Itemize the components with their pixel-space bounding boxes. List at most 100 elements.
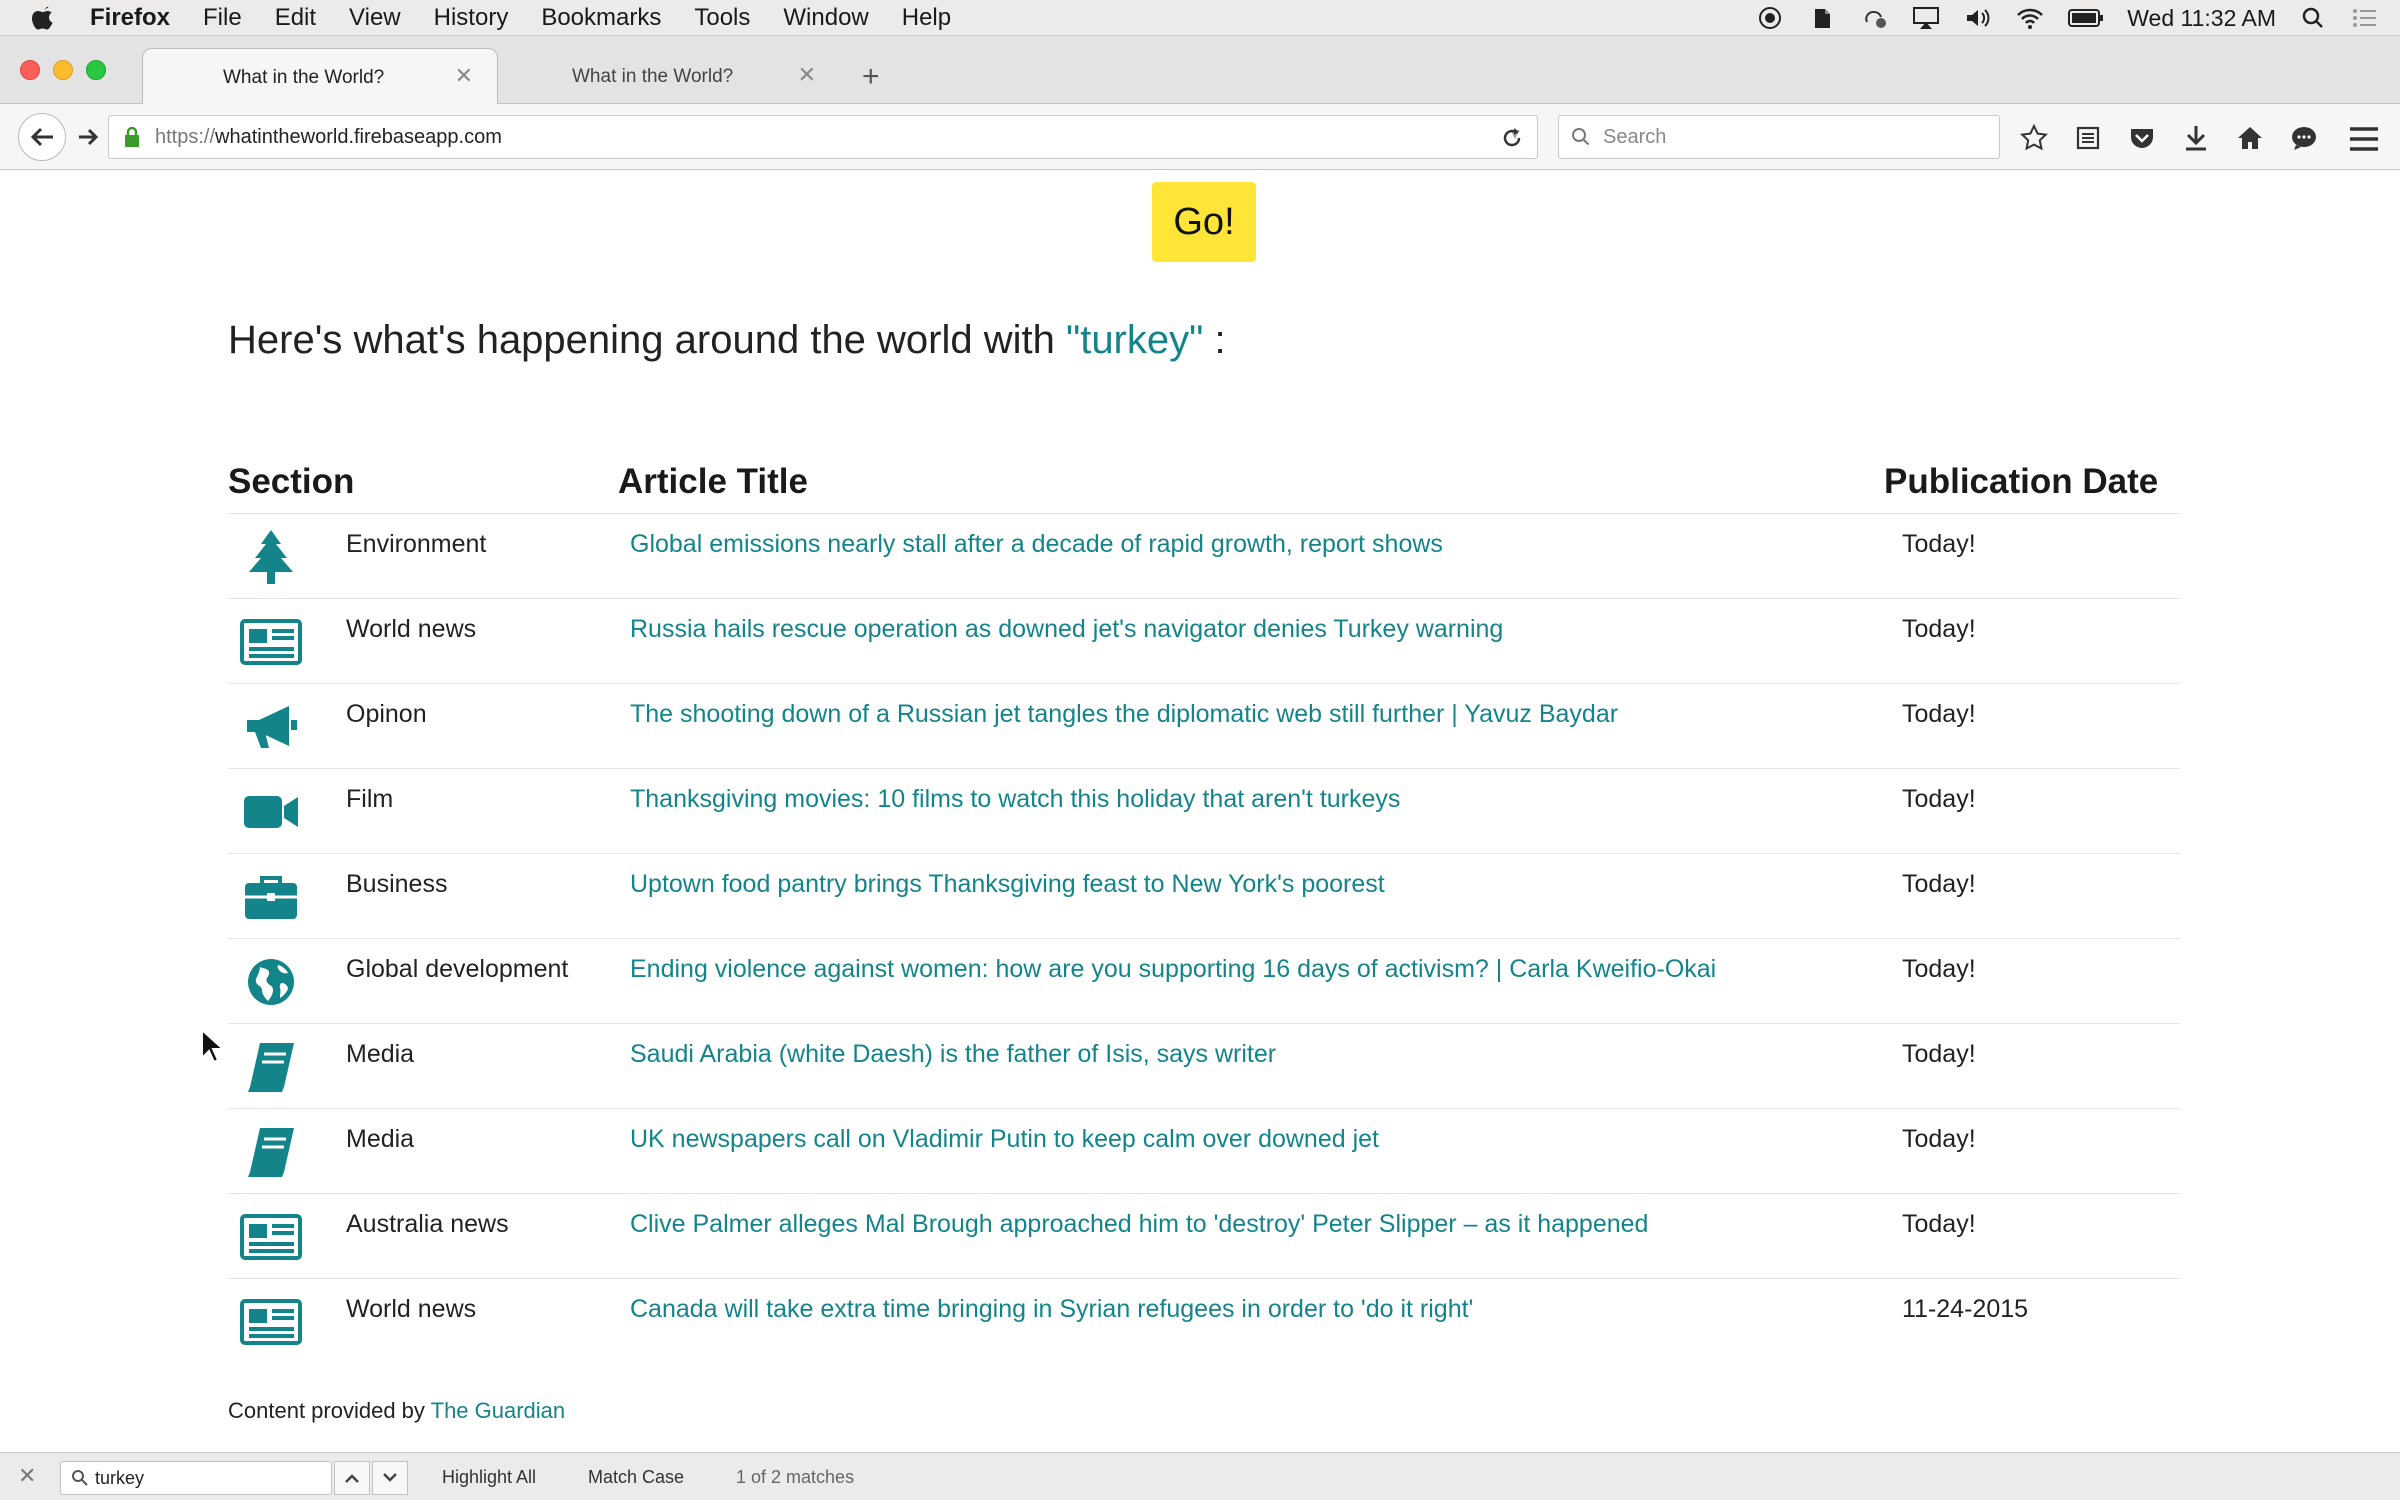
tab-strip: What in the World? ✕ What in the World? …	[0, 36, 2400, 104]
table-row: Australia news Clive Palmer alleges Mal …	[228, 1194, 2180, 1279]
row-date: Today!	[1902, 700, 1976, 728]
volume-icon[interactable]	[1963, 5, 1993, 31]
row-section: Business	[346, 870, 448, 898]
record-icon[interactable]	[1755, 5, 1785, 31]
notification-center-icon[interactable]	[2350, 5, 2380, 31]
window-zoom-button[interactable]	[86, 60, 106, 80]
chat-icon[interactable]	[2288, 122, 2320, 154]
page-content: Go! Here's what's happening around the w…	[6, 170, 2400, 1452]
article-link[interactable]: Saudi Arabia (white Daesh) is the father…	[630, 1040, 1276, 1069]
hamburger-menu-icon[interactable]	[2348, 126, 2380, 152]
table-row: Opinon The shooting down of a Russian je…	[228, 684, 2180, 769]
tab-active[interactable]: What in the World? ✕	[142, 48, 498, 104]
headline-prefix: Here's what's happening around the world…	[228, 318, 1066, 362]
search-icon	[1572, 128, 1590, 146]
table-row: Media Saudi Arabia (white Daesh) is the …	[228, 1024, 2180, 1109]
toolbar-icons	[2018, 118, 2320, 158]
article-link[interactable]: Clive Palmer alleges Mal Brough approach…	[630, 1210, 1648, 1239]
tab-close-icon[interactable]: ✕	[798, 62, 816, 88]
url-text: https://whatintheworld.firebaseapp.com	[155, 126, 502, 149]
row-date: 11-24-2015	[1902, 1295, 2029, 1323]
menu-edit[interactable]: Edit	[275, 4, 316, 32]
table-row: Media UK newspapers call on Vladimir Put…	[228, 1109, 2180, 1194]
menu-tools[interactable]: Tools	[694, 4, 750, 32]
menu-file[interactable]: File	[203, 4, 242, 32]
download-icon[interactable]	[2180, 122, 2212, 154]
menubar-clock[interactable]: Wed 11:32 AM	[2127, 5, 2276, 32]
arrow-right-icon	[79, 128, 99, 146]
footer-text: Content provided by	[228, 1398, 431, 1423]
sync-icon[interactable]	[1859, 5, 1889, 31]
wifi-icon[interactable]	[2015, 5, 2045, 31]
screen: Firefox File Edit View History Bookmarks…	[0, 0, 2400, 1500]
evernote-icon[interactable]	[1807, 5, 1837, 31]
row-section: Environment	[346, 530, 487, 558]
airplay-icon[interactable]	[1911, 5, 1941, 31]
tab-title: What in the World?	[223, 67, 385, 88]
find-next-button[interactable]	[372, 1461, 408, 1495]
article-link[interactable]: Ending violence against women: how are y…	[630, 955, 1716, 984]
reading-list-icon[interactable]	[2072, 122, 2104, 154]
row-section: Global development	[346, 955, 569, 983]
article-link[interactable]: Canada will take extra time bringing in …	[630, 1295, 1473, 1324]
guardian-link[interactable]: The Guardian	[431, 1398, 566, 1423]
book-icon	[240, 1036, 302, 1098]
reload-icon[interactable]	[1500, 126, 1524, 150]
row-section: World news	[346, 615, 477, 643]
match-case-button[interactable]: Match Case	[588, 1467, 684, 1488]
find-input[interactable]: turkey	[60, 1461, 332, 1495]
highlight-all-button[interactable]: Highlight All	[442, 1467, 536, 1488]
find-match-count: 1 of 2 matches	[736, 1467, 855, 1487]
home-icon[interactable]	[2234, 122, 2266, 154]
row-section: Australia news	[346, 1210, 509, 1238]
article-link[interactable]: Uptown food pantry brings Thanksgiving f…	[630, 870, 1385, 899]
lock-icon	[125, 126, 139, 147]
menu-help[interactable]: Help	[902, 4, 951, 32]
new-tab-button[interactable]: +	[862, 62, 880, 92]
find-close-icon[interactable]: ✕	[18, 1463, 36, 1489]
newspaper-icon	[240, 1291, 302, 1353]
article-link[interactable]: Thanksgiving movies: 10 films to watch t…	[630, 785, 1400, 814]
battery-icon[interactable]	[2067, 5, 2105, 31]
back-button[interactable]	[18, 113, 66, 161]
go-button[interactable]: Go!	[1152, 182, 1256, 262]
headline-suffix: :	[1203, 318, 1226, 362]
row-date: Today!	[1902, 1040, 1976, 1068]
forward-button[interactable]	[72, 121, 104, 153]
search-placeholder: Search	[1603, 125, 1667, 148]
article-link[interactable]: UK newspapers call on Vladimir Putin to …	[630, 1125, 1379, 1154]
article-link[interactable]: The shooting down of a Russian jet tangl…	[630, 700, 1618, 729]
table-row: Film Thanksgiving movies: 10 films to wa…	[228, 769, 2180, 854]
search-input[interactable]: Search	[1558, 115, 2000, 159]
menu-window[interactable]: Window	[783, 4, 868, 32]
bookmark-star-icon[interactable]	[2018, 122, 2050, 154]
row-section: Media	[346, 1040, 415, 1068]
row-date: Today!	[1902, 955, 1976, 983]
newspaper-icon	[240, 1206, 302, 1268]
menu-view[interactable]: View	[349, 4, 401, 32]
tab-inactive[interactable]: What in the World? ✕	[520, 48, 840, 104]
row-section: Film	[346, 785, 394, 813]
column-header-section: Section	[228, 462, 355, 501]
url-bar[interactable]: https://whatintheworld.firebaseapp.com ▼	[108, 115, 1538, 159]
pocket-icon[interactable]	[2126, 122, 2158, 154]
arrow-left-icon	[30, 127, 53, 147]
find-previous-button[interactable]	[334, 1461, 370, 1495]
row-date: Today!	[1902, 870, 1976, 898]
table-row: Business Uptown food pantry brings Thank…	[228, 854, 2180, 939]
article-link[interactable]: Russia hails rescue operation as downed …	[630, 615, 1503, 644]
row-date: Today!	[1902, 785, 1976, 813]
tab-close-icon[interactable]: ✕	[455, 63, 473, 89]
article-link[interactable]: Global emissions nearly stall after a de…	[630, 530, 1443, 559]
menu-bookmarks[interactable]: Bookmarks	[541, 4, 661, 32]
apple-icon[interactable]	[30, 4, 62, 32]
spotlight-icon[interactable]	[2298, 5, 2328, 31]
url-scheme: https://	[155, 125, 216, 148]
table-row: World news Russia hails rescue operation…	[228, 599, 2180, 684]
headline-keyword: "turkey"	[1066, 318, 1204, 362]
window-minimize-button[interactable]	[53, 60, 73, 80]
menu-history[interactable]: History	[434, 4, 509, 32]
window-close-button[interactable]	[20, 60, 40, 80]
table-row: World news Canada will take extra time b…	[228, 1279, 2180, 1364]
menu-app-name[interactable]: Firefox	[90, 4, 170, 32]
